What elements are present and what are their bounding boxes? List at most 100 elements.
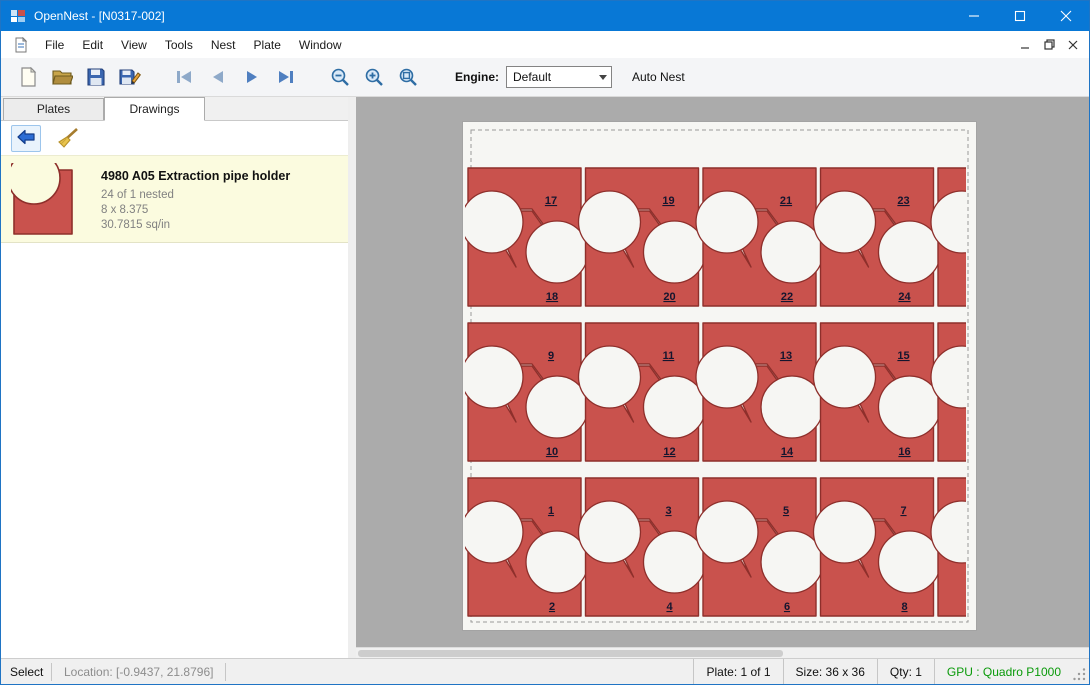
menu-plate[interactable]: Plate [245, 34, 290, 56]
save-button[interactable] [79, 62, 113, 93]
status-size: Size: 36 x 36 [784, 665, 877, 679]
last-icon [277, 70, 295, 84]
mdi-minimize-button[interactable] [1013, 35, 1037, 55]
broom-icon [57, 128, 79, 148]
part-number: 2 [549, 601, 555, 613]
horizontal-scrollbar-thumb[interactable] [358, 650, 783, 657]
menu-nest[interactable]: Nest [202, 34, 245, 56]
resize-grip[interactable] [1073, 668, 1087, 682]
app-icon [10, 8, 26, 24]
part-number: 17 [545, 195, 557, 207]
nested-pair-cell[interactable]: 78 [814, 478, 941, 616]
engine-value: Default [507, 70, 594, 84]
part-number: 4 [666, 601, 673, 613]
nested-pair-cell[interactable]: 1920 [579, 168, 706, 306]
open-button[interactable] [45, 62, 79, 93]
auto-nest-button[interactable]: Auto Nest [632, 70, 685, 84]
tool-bar: Engine: Default Auto Nest [1, 58, 1089, 97]
zoom-out-button[interactable] [323, 62, 357, 93]
part-number: 11 [663, 350, 675, 362]
nested-pair-cell[interactable] [931, 478, 976, 616]
close-button[interactable] [1043, 1, 1089, 31]
drawing-list-item[interactable]: 4980 A05 Extraction pipe holder 24 of 1 … [1, 155, 348, 243]
nested-pair-cell[interactable]: 1314 [696, 323, 823, 461]
mdi-minimize-icon [1020, 40, 1030, 50]
horizontal-scrollbar[interactable] [356, 647, 1089, 658]
nested-pair-cell[interactable]: 2324 [814, 168, 941, 306]
mdi-restore-icon [1044, 39, 1055, 50]
minimize-icon [968, 10, 980, 22]
nested-pair-cell[interactable]: 910 [463, 323, 588, 461]
nested-pair-cell[interactable] [931, 323, 976, 461]
nested-pair-cell[interactable]: 12 [463, 478, 588, 616]
zoom-fit-button[interactable] [391, 62, 425, 93]
menu-window[interactable]: Window [290, 34, 351, 56]
part-number: 6 [784, 601, 790, 613]
new-file-icon [18, 67, 38, 87]
drawing-nested-count: 24 of 1 nested [101, 188, 290, 203]
tab-plates[interactable]: Plates [3, 98, 104, 120]
plate-sheet[interactable]: 171819202122232491011121314151612345678 [462, 121, 977, 631]
save-as-button[interactable] [113, 62, 147, 93]
drawing-area: 30.7815 sq/in [101, 218, 290, 233]
part-number: 10 [546, 446, 558, 458]
open-folder-icon [51, 67, 73, 87]
part-number: 20 [663, 291, 675, 303]
mdi-close-button[interactable] [1061, 35, 1085, 55]
nested-pair-cell[interactable]: 21 22 [696, 168, 823, 306]
replace-drawing-button[interactable] [11, 125, 41, 152]
engine-select[interactable]: Default [506, 66, 612, 88]
zoom-in-icon [364, 67, 384, 87]
plate-drawing: 171819202122232491011121314151612345678 [463, 122, 976, 630]
menu-view[interactable]: View [112, 34, 156, 56]
part-number: 14 [781, 446, 794, 458]
nested-pair-cell[interactable]: 11 12 [579, 323, 706, 461]
nested-pair-cell[interactable]: 1718 [463, 168, 588, 306]
nested-pair-cell[interactable] [931, 168, 976, 306]
part-number: 8 [901, 601, 907, 613]
last-plate-button[interactable] [269, 62, 303, 93]
close-icon [1060, 10, 1072, 22]
part-number: 22 [781, 291, 793, 303]
drawing-size: 8 x 8.375 [101, 203, 290, 218]
document-icon [13, 37, 29, 53]
app-window: OpenNest - [N0317-002] File Edit View To… [0, 0, 1090, 685]
menu-edit[interactable]: Edit [73, 34, 112, 56]
previous-plate-button[interactable] [201, 62, 235, 93]
status-plate: Plate: 1 of 1 [694, 665, 782, 679]
zoom-fit-icon [398, 67, 418, 87]
new-button[interactable] [11, 62, 45, 93]
zoom-in-button[interactable] [357, 62, 391, 93]
first-plate-button[interactable] [167, 62, 201, 93]
maximize-button[interactable] [997, 1, 1043, 31]
tab-drawings[interactable]: Drawings [104, 97, 205, 121]
maximize-icon [1014, 10, 1026, 22]
part-number: 19 [662, 195, 674, 207]
status-qty: Qty: 1 [878, 665, 934, 679]
panel-splitter[interactable] [348, 97, 356, 658]
part-number: 16 [898, 446, 910, 458]
part-number: 12 [663, 446, 675, 458]
engine-label: Engine: [455, 70, 499, 84]
part-thumbnail [11, 163, 75, 237]
menu-file[interactable]: File [36, 34, 73, 56]
minimize-button[interactable] [951, 1, 997, 31]
status-mode: Select [1, 665, 51, 679]
mdi-restore-button[interactable] [1037, 35, 1061, 55]
nested-pair-cell[interactable]: 1516 [814, 323, 941, 461]
nested-pair-cell[interactable]: 34 [579, 478, 706, 616]
part-number: 21 [780, 195, 792, 207]
part-number: 3 [665, 505, 671, 517]
part-number: 5 [783, 505, 789, 517]
nesting-canvas[interactable]: 171819202122232491011121314151612345678 [356, 97, 1089, 658]
menu-tools[interactable]: Tools [156, 34, 202, 56]
drawing-list-empty-area [1, 243, 348, 658]
next-plate-button[interactable] [235, 62, 269, 93]
next-icon [244, 70, 260, 84]
nested-pair-cell[interactable]: 56 [696, 478, 823, 616]
part-number: 18 [546, 291, 558, 303]
first-icon [175, 70, 193, 84]
clean-button[interactable] [53, 125, 83, 152]
mdi-close-icon [1068, 40, 1078, 50]
status-location: Location: [-0.9437, 21.8796] [52, 665, 225, 679]
